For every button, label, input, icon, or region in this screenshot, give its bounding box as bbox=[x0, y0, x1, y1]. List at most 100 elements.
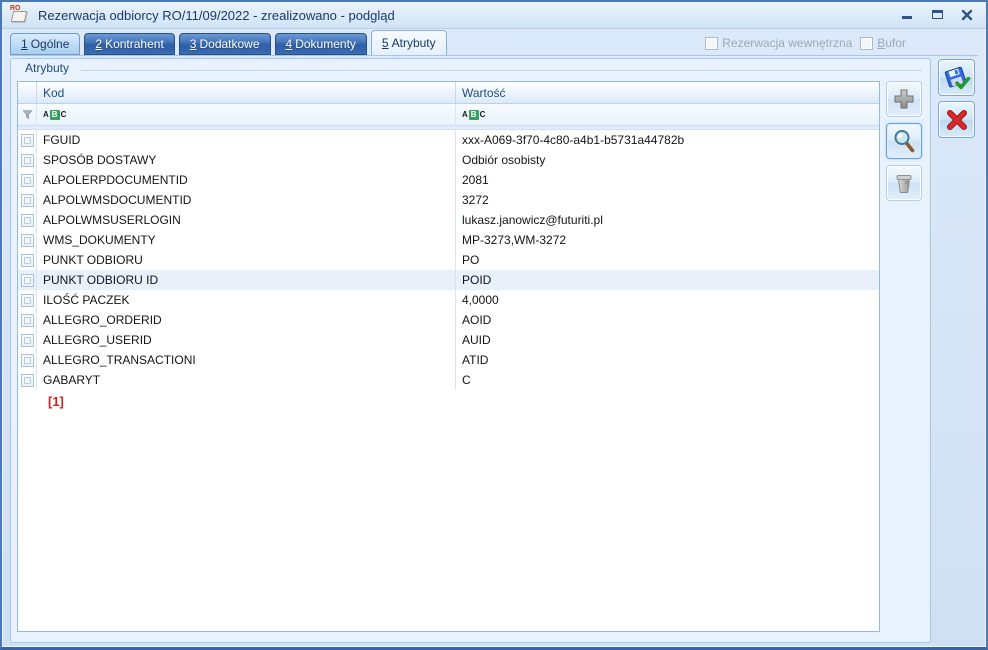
tab-dodatkowe[interactable]: 3Dodatkowe bbox=[179, 33, 271, 55]
row-checkbox[interactable] bbox=[21, 374, 34, 387]
app-window: RO Rezerwacja odbiorcy RO/11/09/2022 - z… bbox=[0, 0, 988, 650]
row-checkbox[interactable] bbox=[21, 334, 34, 347]
magnifier-icon bbox=[891, 128, 917, 154]
attribute-value-cell: Odbiór osobisty bbox=[456, 150, 879, 170]
table-row[interactable]: ALPOLERPDOCUMENTID 2081 bbox=[18, 170, 879, 190]
row-indicator-cell bbox=[18, 290, 37, 310]
row-indicator-cell bbox=[18, 370, 37, 390]
filter-kod-cell[interactable]: ABC bbox=[37, 104, 456, 125]
row-checkbox[interactable] bbox=[21, 254, 34, 267]
buffer-flag: Bufor bbox=[860, 36, 906, 50]
maximize-icon[interactable] bbox=[930, 8, 944, 21]
internal-reservation-label: Rezerwacja wewnętrzna bbox=[722, 36, 852, 50]
attribute-code-cell: ALLEGRO_TRANSACTIONI bbox=[37, 350, 456, 370]
table-row[interactable]: PUNKT ODBIORU PO bbox=[18, 250, 879, 270]
window-title: Rezerwacja odbiorcy RO/11/09/2022 - zrea… bbox=[38, 8, 395, 23]
row-checkbox[interactable] bbox=[21, 294, 34, 307]
attribute-value-cell: AOID bbox=[456, 310, 879, 330]
panel-title: Atrybuty bbox=[25, 61, 77, 75]
tab-strip: 1Ogólne 2Kontrahent 3Dodatkowe 4Dokument… bbox=[10, 31, 978, 56]
grid-header-row: Kod Wartość bbox=[18, 82, 879, 104]
row-indicator-cell bbox=[18, 130, 37, 150]
row-checkbox[interactable] bbox=[21, 214, 34, 227]
panel-divider bbox=[81, 70, 922, 71]
attribute-value-cell: ATID bbox=[456, 350, 879, 370]
table-row[interactable]: PUNKT ODBIORU ID POID bbox=[18, 270, 879, 290]
table-row[interactable]: ALLEGRO_TRANSACTIONI ATID bbox=[18, 350, 879, 370]
attribute-code-cell: GABARYT bbox=[37, 370, 456, 390]
row-checkbox[interactable] bbox=[21, 234, 34, 247]
attribute-value-cell: xxx-A069-3f70-4c80-a4b1-b5731a44782b bbox=[456, 130, 879, 150]
table-row[interactable]: ALLEGRO_ORDERID AOID bbox=[18, 310, 879, 330]
minimize-icon[interactable] bbox=[900, 8, 914, 21]
attribute-rows: FGUID xxx-A069-3f70-4c80-a4b1-b5731a4478… bbox=[18, 130, 879, 390]
abc-filter-icon: ABC bbox=[462, 110, 485, 120]
add-attribute-button[interactable] bbox=[886, 81, 922, 117]
row-checkbox[interactable] bbox=[21, 154, 34, 167]
buffer-checkbox[interactable] bbox=[860, 37, 873, 50]
row-indicator-cell bbox=[18, 310, 37, 330]
edit-attribute-button[interactable] bbox=[886, 123, 922, 159]
save-button[interactable] bbox=[938, 59, 975, 96]
attribute-code-cell: PUNKT ODBIORU ID bbox=[37, 270, 456, 290]
table-row[interactable]: FGUID xxx-A069-3f70-4c80-a4b1-b5731a4478… bbox=[18, 130, 879, 150]
table-row[interactable]: ALPOLWMSDOCUMENTID 3272 bbox=[18, 190, 879, 210]
cancel-button[interactable] bbox=[938, 101, 975, 138]
trash-icon bbox=[891, 170, 917, 196]
close-icon[interactable] bbox=[960, 8, 974, 21]
abc-filter-icon: ABC bbox=[43, 110, 66, 120]
filter-funnel-icon bbox=[21, 108, 34, 121]
row-checkbox[interactable] bbox=[21, 174, 34, 187]
row-indicator-cell bbox=[18, 270, 37, 290]
attribute-value-cell: MP-3273,WM-3272 bbox=[456, 230, 879, 250]
table-row[interactable]: ALPOLWMSUSERLOGIN lukasz.janowicz@futuri… bbox=[18, 210, 879, 230]
table-row[interactable]: WMS_DOKUMENTY MP-3273,WM-3272 bbox=[18, 230, 879, 250]
attribute-code-cell: ALLEGRO_USERID bbox=[37, 330, 456, 350]
filter-indicator-cell bbox=[18, 104, 37, 125]
attributes-panel: Atrybuty Kod Wartość ABC ABC bbox=[10, 58, 931, 643]
attribute-value-cell: 3272 bbox=[456, 190, 879, 210]
row-indicator-cell bbox=[18, 170, 37, 190]
attribute-code-cell: WMS_DOKUMENTY bbox=[37, 230, 456, 250]
attribute-value-cell: C bbox=[456, 370, 879, 390]
table-row[interactable]: SPOSÓB DOSTAWY Odbiór osobisty bbox=[18, 150, 879, 170]
row-indicator-cell bbox=[18, 250, 37, 270]
internal-reservation-flag: Rezerwacja wewnętrzna bbox=[705, 36, 852, 50]
table-row[interactable]: ALLEGRO_USERID AUID bbox=[18, 330, 879, 350]
table-row[interactable]: ILOŚĆ PACZEK 4,0000 bbox=[18, 290, 879, 310]
row-checkbox[interactable] bbox=[21, 314, 34, 327]
row-checkbox[interactable] bbox=[21, 194, 34, 207]
header-wartosc[interactable]: Wartość bbox=[456, 82, 879, 103]
attributes-grid: Kod Wartość ABC ABC FGUI bbox=[17, 81, 880, 632]
header-kod[interactable]: Kod bbox=[37, 82, 456, 103]
red-x-icon bbox=[944, 107, 970, 133]
tab-kontrahent[interactable]: 2Kontrahent bbox=[84, 33, 174, 55]
annotation-count: [1] bbox=[48, 394, 64, 409]
attribute-value-cell: AUID bbox=[456, 330, 879, 350]
attribute-code-cell: ILOŚĆ PACZEK bbox=[37, 290, 456, 310]
attribute-value-cell: POID bbox=[456, 270, 879, 290]
attribute-value-cell: 4,0000 bbox=[456, 290, 879, 310]
attribute-value-cell: 2081 bbox=[456, 170, 879, 190]
attribute-code-cell: FGUID bbox=[37, 130, 456, 150]
row-checkbox[interactable] bbox=[21, 274, 34, 287]
attribute-code-cell: PUNKT ODBIORU bbox=[37, 250, 456, 270]
internal-reservation-checkbox[interactable] bbox=[705, 37, 718, 50]
filter-wartosc-cell[interactable]: ABC bbox=[456, 104, 879, 125]
row-indicator-cell bbox=[18, 350, 37, 370]
tab-atrybuty[interactable]: 5Atrybuty bbox=[371, 30, 447, 55]
attribute-code-cell: ALLEGRO_ORDERID bbox=[37, 310, 456, 330]
save-disk-icon bbox=[943, 64, 971, 92]
row-indicator-cell bbox=[18, 230, 37, 250]
row-checkbox[interactable] bbox=[21, 354, 34, 367]
attribute-value-cell: PO bbox=[456, 250, 879, 270]
tab-ogolne[interactable]: 1Ogólne bbox=[10, 33, 80, 55]
grid-filter-row: ABC ABC bbox=[18, 104, 879, 126]
row-checkbox[interactable] bbox=[21, 134, 34, 147]
row-indicator-cell bbox=[18, 210, 37, 230]
title-bar: RO Rezerwacja odbiorcy RO/11/09/2022 - z… bbox=[2, 2, 986, 29]
delete-attribute-button[interactable] bbox=[886, 165, 922, 201]
attribute-code-cell: ALPOLWMSUSERLOGIN bbox=[37, 210, 456, 230]
tab-dokumenty[interactable]: 4Dokumenty bbox=[275, 33, 367, 55]
table-row[interactable]: GABARYT C bbox=[18, 370, 879, 390]
